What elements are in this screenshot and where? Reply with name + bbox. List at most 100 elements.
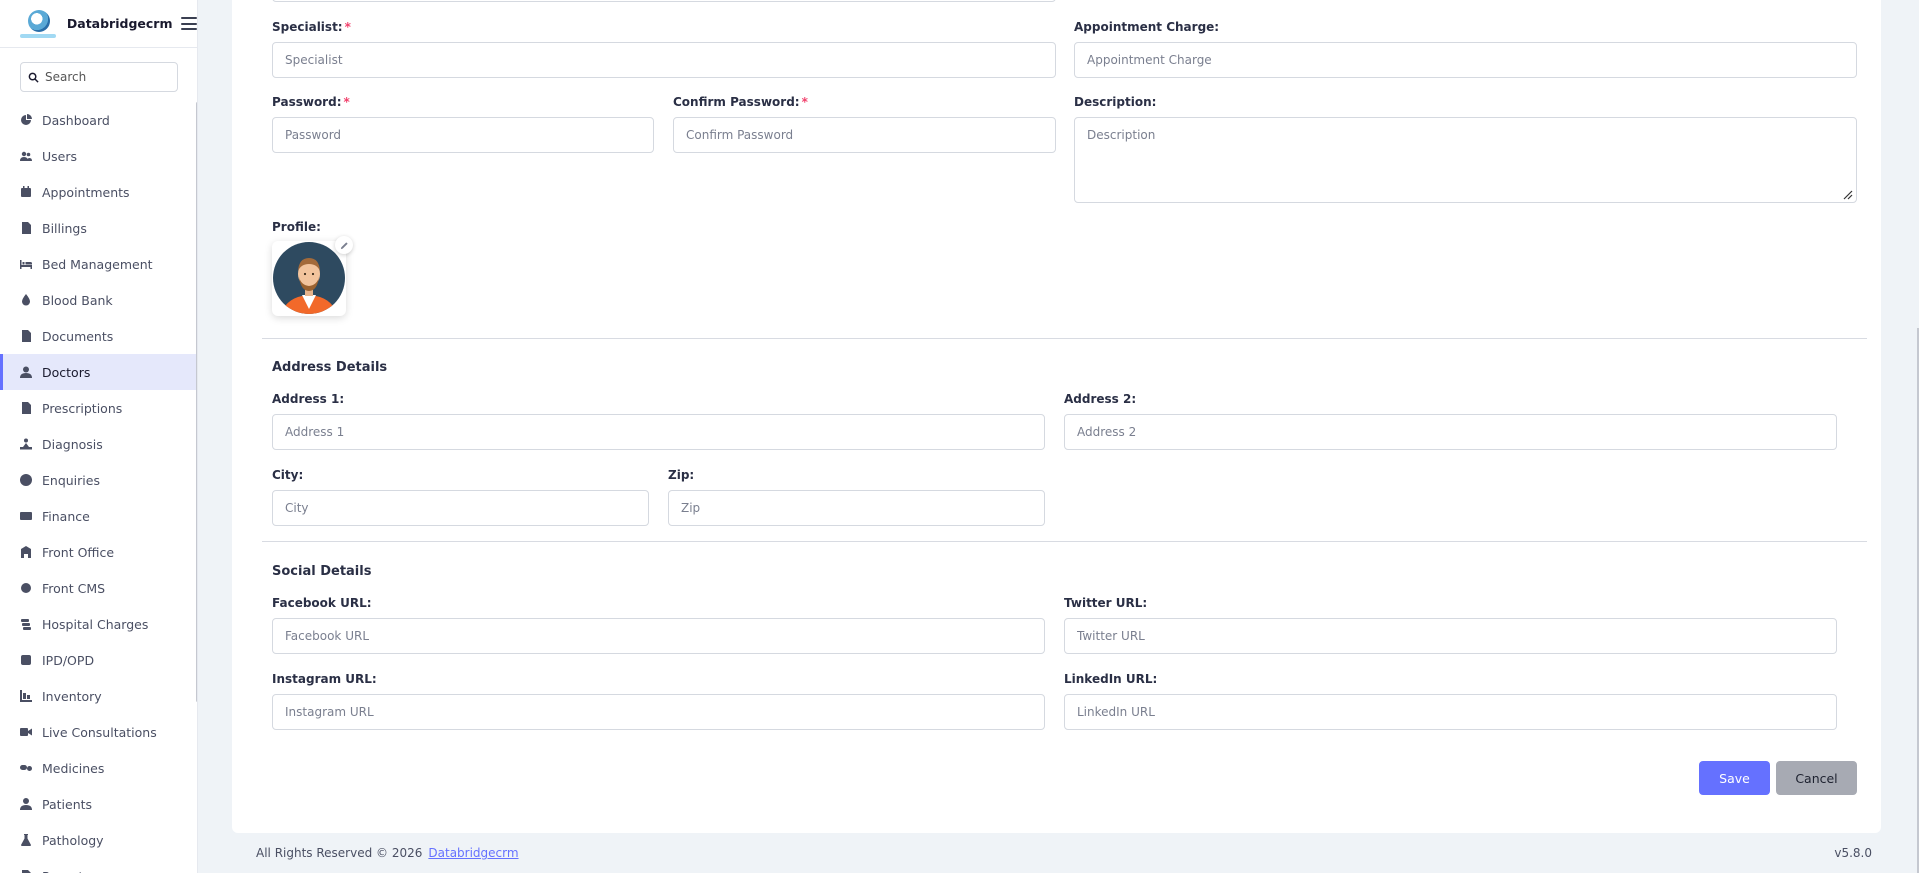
sidebar-item-diagnosis[interactable]: Diagnosis [0,426,196,462]
sidebar-item-bed-management[interactable]: Bed Management [0,246,196,282]
app-version: v5.8.0 [1834,846,1872,860]
sidebar-item-label: IPD/OPD [42,652,95,668]
sidebar-scrollbar[interactable] [196,102,197,702]
footer-copyright: All Rights Reserved © 2026 [256,846,423,860]
calendar-icon [20,186,32,198]
document-icon [20,330,32,342]
address-details-title: Address Details [272,360,388,375]
required-marker: * [801,95,808,109]
required-marker: * [343,95,350,109]
video-icon [20,726,32,738]
resize-handle-icon[interactable] [1843,190,1853,200]
address1-input[interactable] [272,414,1045,450]
sidebar-item-label: Medicines [42,760,105,776]
twitter-label: Twitter URL: [1064,596,1148,610]
sidebar-item-label: Documents [42,328,114,344]
sidebar-item-pathology[interactable]: Pathology [0,822,196,858]
sidebar-item-documents[interactable]: Documents [0,318,196,354]
search-input[interactable] [45,70,165,84]
charges-icon [20,618,32,630]
sidebar-item-label: Finance [42,508,90,524]
confirm-password-label: Confirm Password: * [673,95,808,109]
sidebar-item-users[interactable]: Users [0,138,196,174]
dashboard-icon [20,114,32,126]
logo-underline [20,33,56,38]
password-input[interactable] [272,117,654,153]
sidebar: Databridgecrm Dashboard Users Appointments… [0,0,198,873]
address2-label: Address 2: [1064,392,1137,406]
sidebar-item-label: Doctors [42,364,91,380]
sidebar-item-medicines[interactable]: Medicines [0,750,196,786]
sidebar-item-front-office[interactable]: Front Office [0,534,196,570]
specialist-label: Specialist: * [272,20,351,34]
sidebar-item-dashboard[interactable]: Dashboard [0,102,196,138]
facebook-label: Facebook URL: [272,596,372,610]
building-icon [20,546,32,558]
question-icon [20,474,32,486]
section-divider [262,541,1867,542]
sidebar-menu: Dashboard Users Appointments Billings Bed Ma… [0,102,196,873]
instagram-input[interactable] [272,694,1045,730]
sidebar-item-finance[interactable]: Finance [0,498,196,534]
menu-toggle-icon[interactable] [181,17,197,30]
zip-input[interactable] [668,490,1045,526]
specialist-input[interactable] [272,42,1056,78]
sidebar-item-label: Front Office [42,544,115,560]
sidebar-item-hospital-charges[interactable]: Hospital Charges [0,606,196,642]
search-icon [28,72,39,83]
diagnosis-icon [20,438,32,450]
edit-profile-icon[interactable] [335,236,353,254]
sidebar-item-label: Reports [42,869,90,873]
required-marker: * [344,20,351,34]
sidebar-item-prescriptions[interactable]: Prescriptions [0,390,196,426]
doctor-avatar [273,242,345,314]
sidebar-item-label: Patients [42,796,93,812]
droplet-icon [20,294,32,306]
sidebar-item-label: Dashboard [42,112,110,128]
sidebar-item-appointments[interactable]: Appointments [0,174,196,210]
facebook-input[interactable] [272,618,1045,654]
sidebar-item-label: Appointments [42,184,130,200]
sidebar-item-enquiries[interactable]: Enquiries [0,462,196,498]
sidebar-item-front-cms[interactable]: Front CMS [0,570,196,606]
sidebar-item-doctors[interactable]: Doctors [0,354,196,390]
sidebar-search-wrap [0,48,197,92]
brand-header: Databridgecrm [0,0,197,48]
description-textarea[interactable] [1074,117,1857,203]
profile-image[interactable] [272,241,346,316]
users-icon [20,150,32,162]
cancel-button[interactable]: Cancel [1776,761,1857,795]
pills-icon [20,762,32,774]
sidebar-item-label: Users [42,148,78,164]
city-label: City: [272,468,304,482]
appointment-charge-input[interactable] [1074,42,1857,78]
password-label: Password: * [272,95,350,109]
brand-logo[interactable] [20,6,56,42]
instagram-label: Instagram URL: [272,672,377,686]
city-input[interactable] [272,490,649,526]
money-icon [20,510,32,522]
footer-link[interactable]: Databridgecrm [428,846,518,860]
sidebar-item-patients[interactable]: Patients [0,786,196,822]
linkedin-input[interactable] [1064,694,1837,730]
sidebar-item-inventory[interactable]: Inventory [0,678,196,714]
profile-label: Profile: [272,220,321,234]
sidebar-item-ipd-opd[interactable]: IPD/OPD [0,642,196,678]
prescription-icon [20,402,32,414]
logo-orb [28,9,50,32]
sidebar-item-label: Hospital Charges [42,616,149,632]
sidebar-item-billings[interactable]: Billings [0,210,196,246]
sidebar-item-blood-bank[interactable]: Blood Bank [0,282,196,318]
sidebar-item-live-consultations[interactable]: Live Consultations [0,714,196,750]
sidebar-item-reports[interactable]: Reports [0,858,196,873]
confirm-password-input[interactable] [673,117,1056,153]
patient-icon [20,798,32,810]
sidebar-item-label: Live Consultations [42,724,157,740]
previous-input-bottom [272,0,1056,2]
section-divider [262,338,1867,339]
save-button[interactable]: Save [1699,761,1770,795]
footer: All Rights Reserved © 2026 Databridgecrm [256,846,519,860]
twitter-input[interactable] [1064,618,1837,654]
sidebar-item-label: Inventory [42,688,102,704]
address2-input[interactable] [1064,414,1837,450]
